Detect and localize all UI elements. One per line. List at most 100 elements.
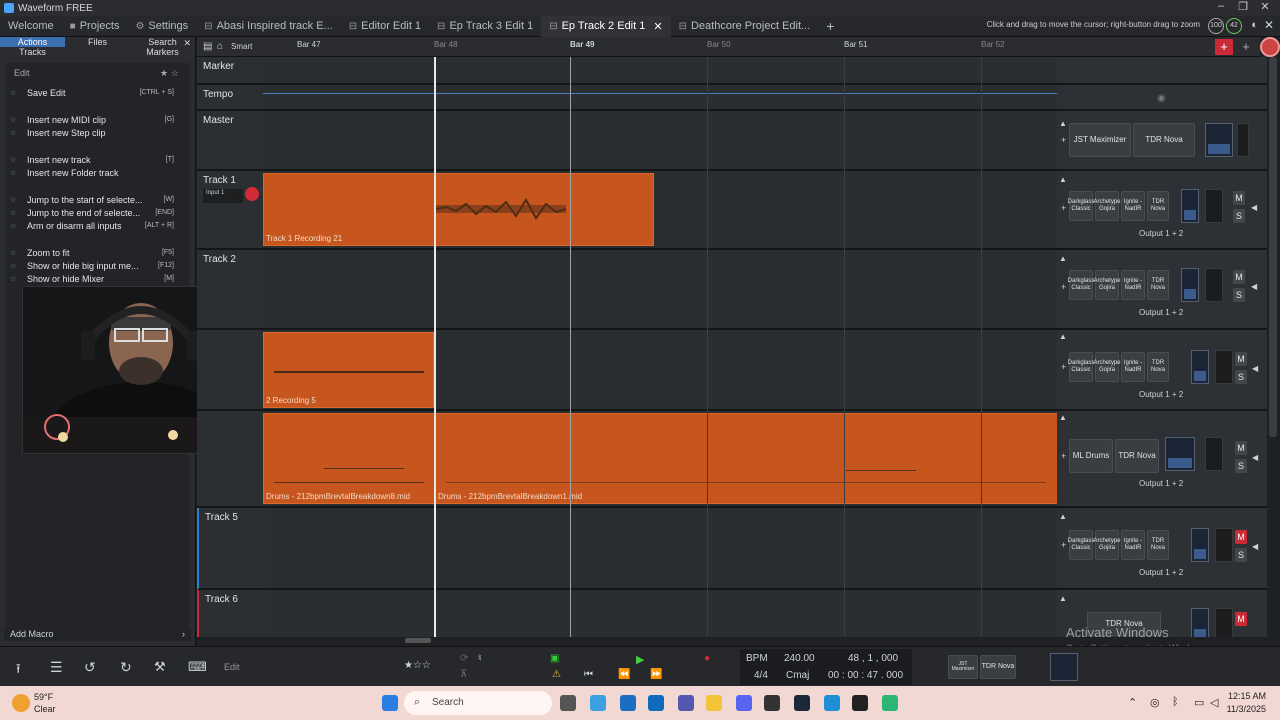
marker-track[interactable]: Marker — [197, 57, 1267, 85]
midi-clip[interactable]: Drums - 212bpmBrevtalBreakdown8.mid — [263, 413, 435, 504]
plugin-archetype[interactable]: Archetype Gojira — [1094, 270, 1121, 300]
automation-arrow-icon[interactable]: ▲ — [1059, 175, 1067, 184]
smart-mode-label[interactable]: Smart — [231, 42, 252, 51]
settings-icon[interactable] — [1260, 37, 1280, 57]
tab-tracks[interactable]: Tracks — [0, 47, 65, 57]
plugin-tdr-nova[interactable]: TDR Nova — [1147, 352, 1169, 382]
copilot-icon[interactable] — [590, 695, 606, 711]
track-area[interactable]: Marker Tempo ◉ Master ▲ + JST Maximizer … — [197, 57, 1267, 637]
track-lane[interactable]: Track 1 Recording 21 — [263, 171, 1057, 248]
plugin-tdr-nova[interactable]: TDR Nova — [980, 655, 1016, 679]
tab-abasi-edit[interactable]: ⊟ Abasi Inspired track E... — [196, 16, 341, 37]
new-tab-button[interactable]: + — [818, 16, 842, 37]
track-lane[interactable]: 2 Recording 5 — [263, 330, 1057, 409]
tab-deathcore-edit[interactable]: ⊟ Deathcore Project Edit... — [671, 16, 819, 37]
track-lane[interactable] — [263, 250, 1057, 328]
action-insert-track[interactable]: ☆ Insert new track [T] — [10, 153, 186, 166]
output-label[interactable]: Output 1 + 2 — [1139, 568, 1183, 577]
star-icon[interactable]: ☆ — [10, 89, 20, 97]
windows-start-icon[interactable] — [382, 695, 398, 711]
waveform-app-icon[interactable] — [852, 695, 868, 711]
rewind-icon[interactable]: ⏪ — [618, 669, 630, 680]
tab-editor-edit[interactable]: ⊟ Editor Edit 1 — [341, 16, 429, 37]
loop-icon[interactable]: ⟳ — [460, 653, 468, 664]
master-track[interactable]: Master ▲ + JST Maximizer TDR Nova — [197, 111, 1267, 171]
magnet-icon[interactable]: ⌂ — [217, 41, 223, 52]
audio-clip[interactable]: Track 1 Recording 21 — [263, 173, 654, 246]
steam-icon[interactable] — [794, 695, 810, 711]
midi-clip[interactable]: Drums - 212bpmBrevtalBreakdown1.mid — [435, 413, 1058, 504]
tempo-track[interactable]: Tempo ◉ — [197, 85, 1267, 111]
task-view-icon[interactable] — [560, 695, 576, 711]
tab-projects[interactable]: ■ Projects — [62, 16, 128, 37]
plugin-tdr-nova[interactable]: TDR Nova — [1147, 191, 1169, 221]
add-macro-button[interactable]: Add Macro › — [4, 627, 191, 641]
add-plugin-icon[interactable]: + — [1061, 451, 1066, 461]
solo-button[interactable]: S — [1235, 370, 1247, 384]
favorites-icon[interactable]: ★ ☆ — [160, 68, 179, 79]
wrench-icon[interactable]: ⚒ — [154, 659, 166, 675]
tab-ep-track3-edit[interactable]: ⊟ Ep Track 3 Edit 1 — [429, 16, 541, 37]
action-jump-start[interactable]: ☆ Jump to the start of selecte... [W] — [10, 193, 186, 206]
action-jump-end[interactable]: ☆ Jump to the end of selecte... [END] — [10, 206, 186, 219]
maximize-icon[interactable]: ❐ — [1232, 0, 1254, 16]
add-plugin-icon[interactable]: + — [1061, 362, 1066, 372]
action-toggle-mixer[interactable]: ☆ Show or hide Mixer [M] — [10, 272, 186, 285]
chevron-up-icon[interactable]: ⌃ — [1128, 696, 1137, 709]
speaker-icon[interactable]: ◁ — [1210, 696, 1218, 709]
mute-button[interactable]: M — [1235, 530, 1247, 544]
volume-fader[interactable] — [1165, 437, 1195, 471]
plugin-tdr-nova[interactable]: TDR Nova — [1147, 270, 1169, 300]
star-icon[interactable]: ☆ — [10, 222, 20, 230]
tab-ep-track2-edit[interactable]: ⊟ Ep Track 2 Edit 1 ✕ — [541, 15, 671, 37]
close-tab-icon[interactable]: ✕ — [653, 20, 662, 33]
outlook-icon[interactable] — [648, 695, 664, 711]
minimize-icon[interactable]: – — [1210, 0, 1232, 16]
export-icon[interactable]: ⭱ — [16, 660, 21, 682]
mute-button[interactable]: M — [1235, 441, 1247, 455]
plugin-archetype[interactable]: Archetype Gojira — [1094, 530, 1121, 560]
star-icon[interactable]: ☆ — [10, 209, 20, 217]
volume-fader[interactable] — [1181, 268, 1199, 302]
arrow-tool-icon[interactable]: ▤ — [203, 41, 212, 52]
speaker-icon[interactable]: ◀ — [1252, 453, 1258, 462]
close-icon[interactable]: ✕ — [1254, 0, 1276, 16]
power-icon[interactable]: ◉ — [1157, 93, 1166, 104]
plugin-archetype[interactable]: Archetype Gojira — [1094, 352, 1121, 382]
undo-icon[interactable]: ↺ — [84, 659, 96, 676]
speaker-icon[interactable]: ◀ — [1252, 364, 1258, 373]
weather-icon[interactable] — [12, 694, 30, 712]
star-icon[interactable]: ☆ — [10, 169, 20, 177]
plugin-tdr-nova[interactable]: TDR Nova — [1115, 439, 1159, 473]
teams-icon[interactable] — [678, 695, 694, 711]
solo-button[interactable]: S — [1233, 288, 1245, 302]
track-2[interactable]: Track 2 ▲ + Darkglass Classic Archetype … — [197, 250, 1267, 330]
track-lane[interactable] — [265, 590, 1057, 637]
automation-arrow-icon[interactable]: ▲ — [1059, 332, 1067, 341]
automation-arrow-icon[interactable]: ▲ — [1059, 119, 1067, 128]
track-lane[interactable]: Drums - 212bpmBrevtalBreakdown8.mid Drum… — [263, 411, 1058, 506]
mute-button[interactable]: M — [1235, 352, 1247, 366]
volume-fader[interactable] — [1205, 123, 1233, 157]
audio-clip[interactable]: 2 Recording 5 — [263, 332, 434, 408]
volume-fader[interactable] — [1191, 350, 1209, 384]
track-lane[interactable] — [265, 508, 1057, 588]
track-5[interactable]: Track 5 ▲ + Darkglass Classic Archetype … — [197, 508, 1267, 590]
clock-time[interactable]: 12:15 AM — [1228, 691, 1266, 701]
keyboard-icon[interactable]: ⌨ — [188, 659, 207, 675]
add-plugin-icon[interactable]: + — [1061, 135, 1066, 145]
star-icon[interactable]: ☆ — [10, 156, 20, 164]
plugin-archetype[interactable]: Archetype Gojira — [1094, 191, 1121, 221]
add-plugin-icon[interactable]: + — [1061, 282, 1066, 292]
plugin-ignite[interactable]: Ignite - NadIR — [1121, 191, 1145, 221]
star-icon[interactable]: ☆ — [10, 262, 20, 270]
play-icon[interactable]: ▶ — [636, 653, 644, 666]
plugin-darkglass[interactable]: Darkglass Classic — [1068, 352, 1094, 382]
menu-icon[interactable]: ☰ — [50, 659, 63, 676]
track-lane[interactable] — [263, 85, 1057, 109]
rewind-start-icon[interactable]: ⏮ — [584, 669, 593, 680]
track-header[interactable] — [197, 411, 263, 506]
timeline-ruler[interactable]: ▤ ⌂ Smart Bar 47 Bar 48 Bar 49 Bar 50 Ba… — [197, 37, 1260, 57]
zoom-badge[interactable]: 100 — [1208, 18, 1224, 34]
output-label[interactable]: Output 1 + 2 — [1139, 229, 1183, 238]
